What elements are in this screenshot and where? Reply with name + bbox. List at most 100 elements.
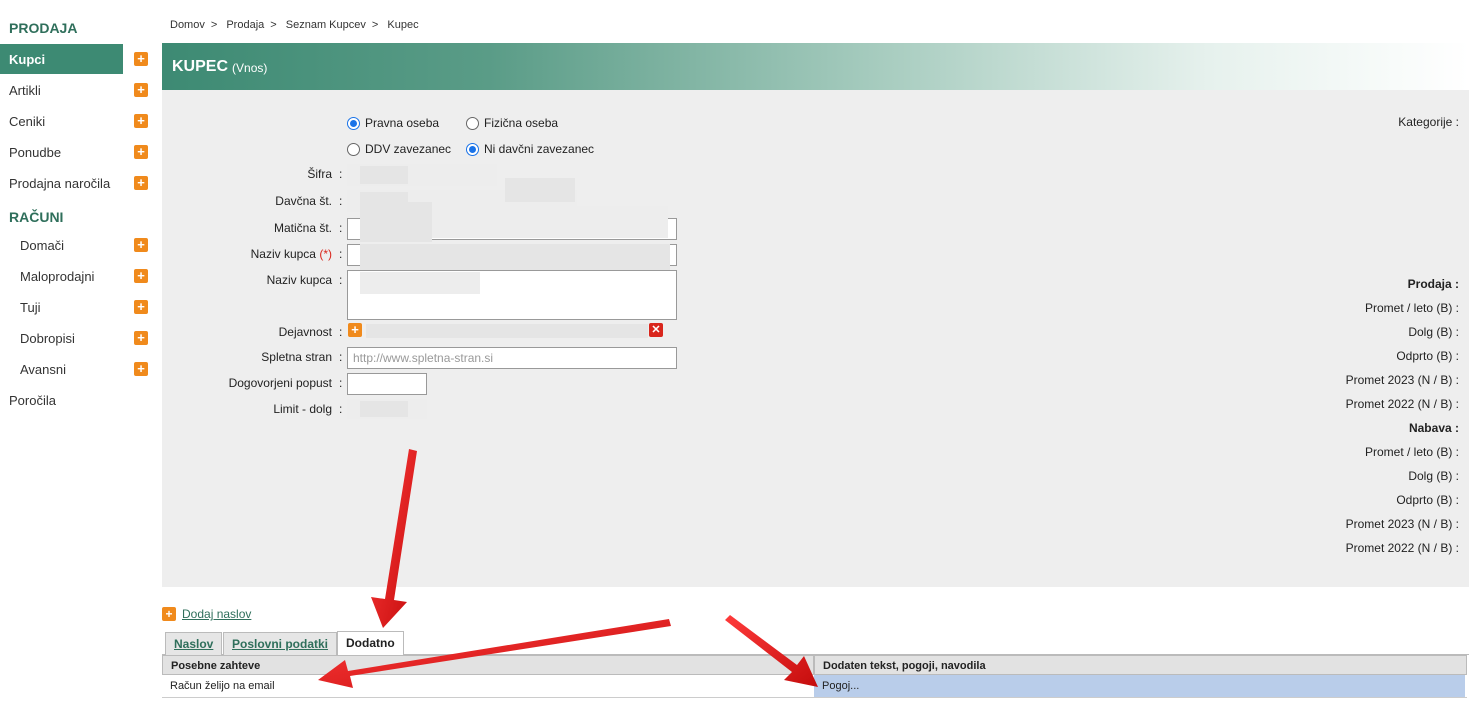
- add-domaci-icon[interactable]: +: [134, 238, 148, 252]
- sidebar-item-label: Ponudbe: [9, 144, 62, 160]
- label-prodaja: Prodaja :: [1407, 277, 1459, 291]
- radio-label: DDV zavezanec: [365, 142, 452, 156]
- section-title-prodaja: PRODAJA: [9, 20, 78, 36]
- redacted-block: [360, 202, 432, 242]
- sidebar-item-label: Poročila: [9, 392, 56, 408]
- popust-input[interactable]: [347, 373, 427, 395]
- sidebar-item-label: Prodajna naročila: [9, 175, 111, 191]
- add-artikli-icon[interactable]: +: [134, 83, 148, 97]
- breadcrumb-home[interactable]: Domov: [170, 19, 205, 31]
- label-naziv-kupca: Naziv kupca (*): [154, 247, 332, 261]
- sidebar-item-label: Ceniki: [9, 113, 46, 129]
- add-kupci-icon[interactable]: +: [134, 52, 148, 66]
- label-sifra: Šifra: [307, 167, 332, 181]
- page-subtitle: (Vnos): [232, 60, 268, 75]
- required-marker: (*): [319, 247, 332, 261]
- label-spletna-stran: Spletna stran: [261, 350, 332, 364]
- redacted-block: [505, 178, 575, 202]
- label-prodaja-dolg: Dolg (B) :: [1408, 325, 1459, 339]
- redacted-block: [360, 244, 670, 272]
- colon: :: [339, 376, 343, 390]
- add-address-link[interactable]: + Dodaj naslov: [162, 607, 251, 621]
- add-ponudbe-icon[interactable]: +: [134, 145, 148, 159]
- cell-dodaten-tekst[interactable]: Pogoj...: [814, 675, 1465, 697]
- colon: :: [339, 167, 343, 181]
- section-title-racuni: RAČUNI: [9, 209, 64, 225]
- sidebar-item-tuji[interactable]: Tuji +: [0, 292, 155, 322]
- radio-unchecked-icon: [466, 116, 479, 130]
- sidebar-item-label: Maloprodajni: [20, 268, 95, 284]
- radio-label: Fizična oseba: [484, 116, 559, 130]
- label-nabava-promet-2023: Promet 2023 (N / B) :: [1345, 517, 1459, 531]
- label-prodaja-odprto: Odprto (B) :: [1396, 349, 1459, 363]
- breadcrumb-seznam-kupcev[interactable]: Seznam Kupcev: [286, 19, 366, 31]
- colon: :: [339, 350, 343, 364]
- radio-ni-davcni-zavezanec[interactable]: Ni davčni zavezanec: [466, 142, 594, 156]
- colon: :: [339, 273, 343, 287]
- redacted-block: [360, 401, 408, 417]
- sidebar: PRODAJA Kupci + Artikli + Ceniki + Ponud…: [0, 0, 155, 706]
- label-davcna: Davčna št.: [275, 194, 332, 208]
- sidebar-item-prodajna-narocila[interactable]: Prodajna naročila +: [0, 168, 155, 198]
- breadcrumb-separator: >: [210, 19, 218, 31]
- sidebar-item-label: Kupci: [9, 51, 46, 67]
- tab-bar: Naslov Poslovni podatki Dodatno: [162, 630, 1469, 655]
- breadcrumb: Domov > Prodaja > Seznam Kupcev > Kupec: [170, 19, 425, 31]
- sidebar-item-porocila[interactable]: Poročila: [0, 385, 155, 415]
- table-bottom-border: [162, 697, 1467, 698]
- colon: :: [339, 402, 343, 416]
- label-prodaja-promet-leto: Promet / leto (B) :: [1364, 301, 1459, 315]
- label-prodaja-promet-2023: Promet 2023 (N / B) :: [1345, 373, 1459, 387]
- sidebar-item-kupci[interactable]: Kupci +: [0, 44, 155, 74]
- label-kategorije: Kategorije :: [1398, 115, 1459, 129]
- sidebar-item-ceniki[interactable]: Ceniki +: [0, 106, 155, 136]
- add-address-label[interactable]: Dodaj naslov: [182, 607, 251, 621]
- radio-pravna-oseba[interactable]: Pravna oseba: [347, 116, 439, 130]
- label-limit-dolg: Limit - dolg: [273, 402, 332, 416]
- sidebar-item-label: Domači: [20, 237, 65, 253]
- column-header-dodaten-tekst[interactable]: Dodaten tekst, pogoji, navodila: [814, 655, 1467, 675]
- remove-dejavnost-icon[interactable]: ✕: [649, 323, 663, 337]
- add-address-icon[interactable]: +: [162, 607, 176, 621]
- radio-unchecked-icon: [347, 142, 360, 156]
- cell-posebne-zahteve[interactable]: Račun želijo na email: [162, 675, 814, 697]
- label-dejavnost: Dejavnost: [278, 325, 332, 339]
- breadcrumb-prodaja[interactable]: Prodaja: [226, 19, 264, 31]
- radio-label: Ni davčni zavezanec: [484, 142, 595, 156]
- label-nabava-promet-2022: Promet 2022 (N / B) :: [1345, 541, 1459, 555]
- sidebar-item-ponudbe[interactable]: Ponudbe +: [0, 137, 155, 167]
- radio-checked-icon: [347, 116, 360, 130]
- label-nabava: Nabava :: [1408, 421, 1459, 435]
- sidebar-item-maloprodajni[interactable]: Maloprodajni +: [0, 261, 155, 291]
- breadcrumb-kupec: Kupec: [387, 19, 419, 31]
- sidebar-item-domaci[interactable]: Domači +: [0, 230, 155, 260]
- page-header: KUPEC (Vnos): [162, 43, 1469, 90]
- add-ceniki-icon[interactable]: +: [134, 114, 148, 128]
- label-nabava-promet-leto: Promet / leto (B) :: [1364, 445, 1459, 459]
- add-narocila-icon[interactable]: +: [134, 176, 148, 190]
- redacted-block: [360, 272, 480, 294]
- radio-fizicna-oseba[interactable]: Fizična oseba: [466, 116, 558, 130]
- column-header-posebne-zahteve[interactable]: Posebne zahteve: [162, 655, 814, 675]
- spletna-stran-input[interactable]: http://www.spletna-stran.si: [347, 347, 677, 369]
- tab-dodatno[interactable]: Dodatno: [337, 631, 404, 655]
- tab-poslovni-podatki[interactable]: Poslovni podatki: [223, 632, 338, 655]
- add-dobropisi-icon[interactable]: +: [134, 331, 148, 345]
- sidebar-item-label: Dobropisi: [20, 330, 75, 346]
- add-tuji-icon[interactable]: +: [134, 300, 148, 314]
- label-prodaja-promet-2022: Promet 2022 (N / B) :: [1345, 397, 1459, 411]
- sidebar-item-avansni[interactable]: Avansni +: [0, 354, 155, 384]
- add-avansni-icon[interactable]: +: [134, 362, 148, 376]
- add-maloprodajni-icon[interactable]: +: [134, 269, 148, 283]
- tab-naslov[interactable]: Naslov: [165, 632, 223, 655]
- sidebar-item-artikli[interactable]: Artikli +: [0, 75, 155, 105]
- colon: :: [339, 247, 343, 261]
- label-dogovorjeni-popust: Dogovorjeni popust: [228, 376, 332, 390]
- radio-ddv-zavezanec[interactable]: DDV zavezanec: [347, 142, 451, 156]
- colon: :: [339, 194, 343, 208]
- radio-checked-icon: [466, 142, 479, 156]
- sidebar-item-dobropisi[interactable]: Dobropisi +: [0, 323, 155, 353]
- label-nabava-dolg: Dolg (B) :: [1408, 469, 1459, 483]
- add-dejavnost-icon[interactable]: +: [348, 323, 362, 337]
- label-maticna: Matična št.: [273, 221, 332, 235]
